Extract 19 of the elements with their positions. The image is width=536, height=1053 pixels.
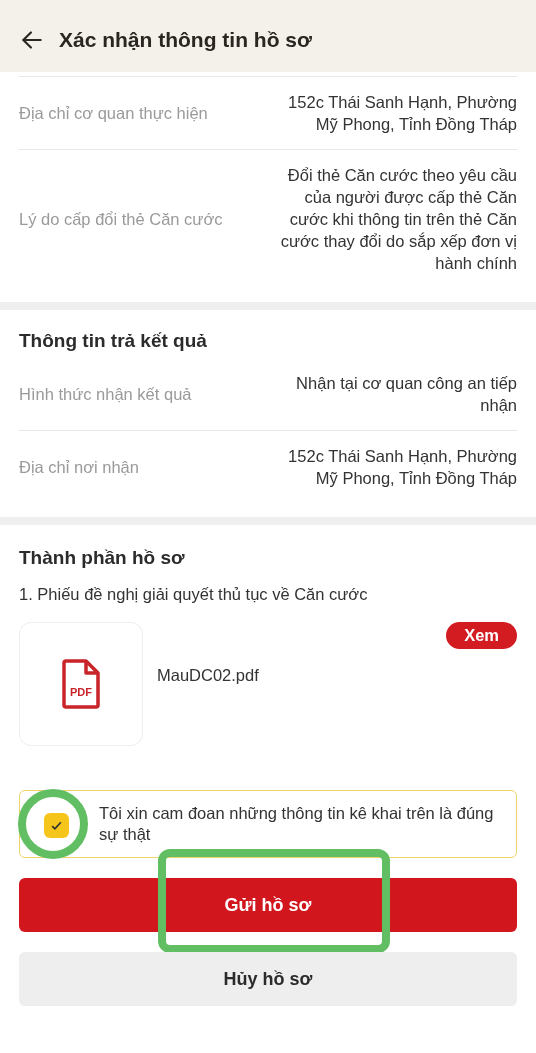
section-title: Thành phần hồ sơ bbox=[19, 547, 186, 569]
field-label: Địa chỉ nơi nhận bbox=[19, 457, 139, 478]
field-value: 152c Thái Sanh Hạnh, Phường Mỹ Phong, Tỉnh Đồng Tháp bbox=[287, 92, 517, 135]
pledge-text: Tôi xin cam đoan những thông tin kê khai trên là đúng sự thật bbox=[99, 803, 495, 845]
field-value: 152c Thái Sanh Hạnh, Phường Mỹ Phong, Tỉnh Đồng Tháp bbox=[287, 446, 517, 489]
submit-button[interactable]: Gửi hồ sơ bbox=[19, 878, 517, 932]
field-label: Địa chỉ cơ quan thực hiện bbox=[19, 103, 208, 124]
cancel-button[interactable]: Hủy hồ sơ bbox=[19, 952, 517, 1006]
field-label: Hình thức nhận kết quả bbox=[19, 384, 192, 405]
field-label: Lý do cấp đổi thẻ Căn cước bbox=[19, 209, 223, 230]
view-button[interactable]: Xem bbox=[446, 622, 517, 649]
field-value: Nhận tại cơ quan công an tiếp nhận bbox=[295, 373, 517, 416]
pledge-checkbox[interactable] bbox=[44, 813, 69, 838]
page-title: Xác nhận thông tin hồ sơ bbox=[59, 28, 312, 52]
section-title: Thông tin trả kết quả bbox=[19, 330, 208, 352]
file-name: MauDC02.pdf bbox=[157, 666, 260, 685]
document-name: 1. Phiếu đề nghị giải quyết thủ tục về Căn cước bbox=[19, 585, 369, 604]
check-icon bbox=[50, 819, 63, 832]
field-value: Đổi thẻ Căn cước theo yêu cầu của người được cấp thẻ Căn cước khi thông tin trên thẻ Căn cước thay đổi do sắp xếp đơn vị hành chính bbox=[279, 165, 517, 274]
